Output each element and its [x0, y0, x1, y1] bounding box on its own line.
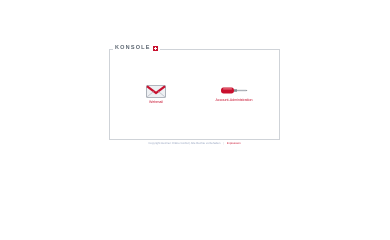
logo-mark-icon [152, 45, 158, 51]
envelope-icon [146, 85, 166, 98]
webmail-link[interactable]: Webmail [139, 85, 173, 104]
copyright-text: Copyright Hetzner Online GmbH | Alle Rec… [148, 141, 221, 145]
konsole-logo: KONSOLE [113, 45, 160, 51]
screwdriver-icon [221, 87, 248, 94]
logo-text: KONSOLE [115, 45, 151, 51]
account-administration-link[interactable]: Account-Administration [210, 85, 258, 102]
account-administration-label: Account-Administration [215, 98, 253, 102]
footer-separator: | [223, 141, 224, 145]
webmail-label: Webmail [149, 100, 163, 104]
footer: Copyright Hetzner Online GmbH | Alle Rec… [109, 141, 280, 145]
imprint-link[interactable]: Impressum [227, 141, 241, 145]
